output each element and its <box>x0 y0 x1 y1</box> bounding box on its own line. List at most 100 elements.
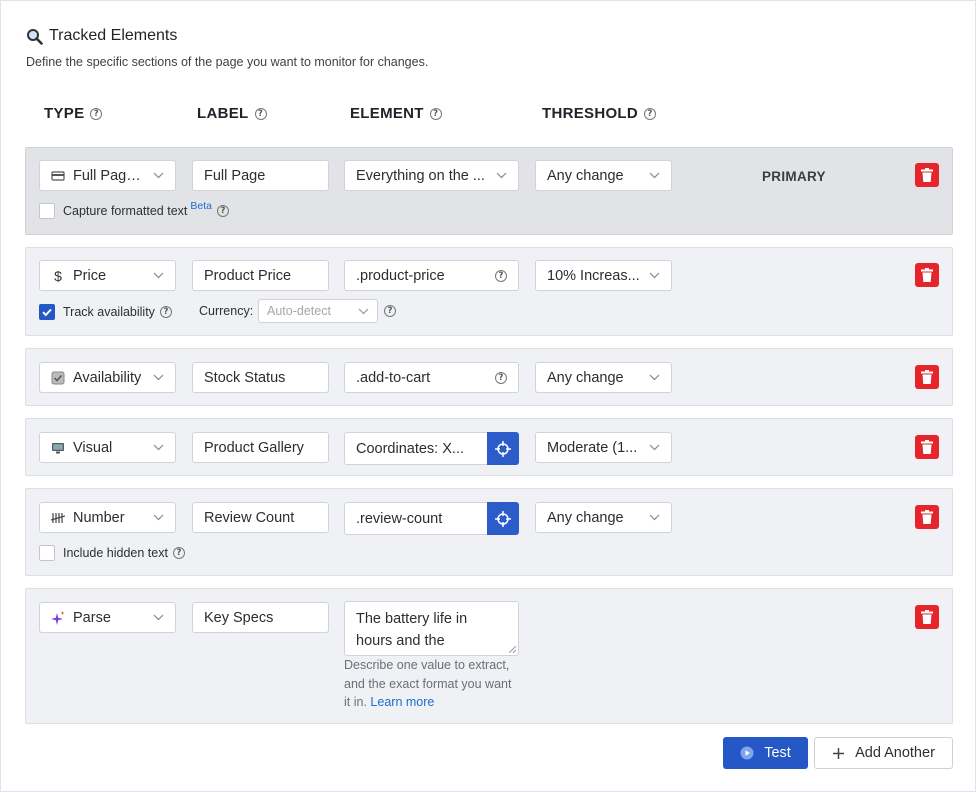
label-input[interactable]: Key Specs <box>192 602 329 633</box>
threshold-select[interactable]: Any change <box>535 502 672 533</box>
element-selector-value: .add-to-cart <box>356 369 431 386</box>
section-title: Tracked Elements <box>26 27 177 45</box>
checkbox-icon <box>51 371 65 384</box>
chevron-down-icon <box>153 374 164 381</box>
help-icon[interactable]: ? <box>495 371 507 384</box>
label-input[interactable]: Stock Status <box>192 362 329 393</box>
tracked-row-price: $ Price Product Price .product-price ? 1… <box>25 247 953 336</box>
element-select[interactable]: Everything on the ... <box>344 160 519 191</box>
capture-formatted-checkbox[interactable] <box>39 203 55 219</box>
include-hidden-text-option: Include hidden text ? <box>63 546 185 560</box>
threshold-select-value: 10% Increas... <box>547 267 640 284</box>
label-input[interactable]: Product Price <box>192 260 329 291</box>
chevron-down-icon <box>649 374 660 381</box>
tracked-row-parse: Parse Key Specs The battery life in hour… <box>25 588 953 724</box>
threshold-select-value: Moderate (1... <box>547 439 638 456</box>
help-icon[interactable]: ? <box>429 107 442 120</box>
chevron-down-icon <box>153 444 164 451</box>
help-icon[interactable]: ? <box>644 107 657 120</box>
type-select[interactable]: $ Price <box>39 260 176 291</box>
chevron-down-icon <box>153 272 164 279</box>
chevron-down-icon <box>153 614 164 621</box>
type-select-value: Number <box>73 509 125 526</box>
delete-row-button[interactable] <box>915 505 939 529</box>
trash-icon <box>921 370 933 384</box>
card-icon <box>51 170 65 181</box>
help-icon[interactable]: ? <box>172 547 185 559</box>
column-header-type: TYPE? <box>44 105 103 122</box>
tracked-elements-panel: Tracked Elements Define the specific sec… <box>0 0 976 792</box>
chevron-down-icon <box>153 514 164 521</box>
delete-row-button[interactable] <box>915 263 939 287</box>
dollar-icon: $ <box>54 267 62 284</box>
add-another-button[interactable]: Add Another <box>814 737 953 769</box>
trash-icon <box>921 440 933 454</box>
hint-line: Describe one value to extract, <box>344 658 510 672</box>
element-selector-input[interactable]: .add-to-cart ? <box>344 362 519 393</box>
crosshair-icon <box>495 440 511 457</box>
track-availability-label: Track availability <box>63 305 155 319</box>
threshold-select[interactable]: Any change <box>535 362 672 393</box>
track-availability-checkbox[interactable] <box>39 304 55 320</box>
label-input-value: Product Price <box>204 267 292 284</box>
delete-row-button[interactable] <box>915 365 939 389</box>
trash-icon <box>921 610 933 624</box>
element-selector-input[interactable]: .product-price ? <box>344 260 519 291</box>
chevron-down-icon <box>649 514 660 521</box>
element-selector-value: .product-price <box>356 267 445 284</box>
threshold-select[interactable]: Moderate (1... <box>535 432 672 463</box>
label-input-value: Key Specs <box>204 609 274 626</box>
chevron-down-icon <box>649 444 660 451</box>
element-picker-button[interactable] <box>487 502 519 535</box>
label-input[interactable]: Review Count <box>192 502 329 533</box>
magnifier-icon <box>27 28 43 45</box>
help-icon[interactable]: ? <box>216 205 229 217</box>
resize-handle-icon[interactable] <box>509 646 516 653</box>
currency-select[interactable]: Auto-detect <box>258 299 378 323</box>
chevron-down-icon <box>496 172 507 179</box>
element-coordinates-input[interactable]: Coordinates: X... <box>344 432 488 465</box>
type-select[interactable]: Full Page ... <box>39 160 176 191</box>
label-input[interactable]: Full Page <box>192 160 329 191</box>
type-select[interactable]: Parse <box>39 602 176 633</box>
type-select[interactable]: Number <box>39 502 176 533</box>
type-select[interactable]: Visual <box>39 432 176 463</box>
monitor-icon <box>52 442 64 453</box>
threshold-select[interactable]: Any change <box>535 160 672 191</box>
hint-last-text: it in. <box>344 695 367 709</box>
help-icon[interactable]: ? <box>495 269 507 282</box>
help-icon[interactable]: ? <box>159 306 172 318</box>
beta-badge: Beta <box>190 200 212 212</box>
help-icon[interactable]: ? <box>90 107 103 120</box>
element-selector-input[interactable]: .review-count <box>344 502 488 535</box>
threshold-select[interactable]: 10% Increas... <box>535 260 672 291</box>
type-select-value: Full Page ... <box>73 167 147 184</box>
column-type-label: TYPE <box>44 105 85 122</box>
chevron-down-icon <box>649 172 660 179</box>
type-select[interactable]: Availability <box>39 362 176 393</box>
help-icon[interactable]: ? <box>384 305 396 317</box>
label-input[interactable]: Product Gallery <box>192 432 329 463</box>
element-picker-button[interactable] <box>487 432 519 465</box>
test-button[interactable]: Test <box>723 737 808 769</box>
column-element-label: ELEMENT <box>350 105 424 122</box>
track-availability-option: Track availability ? <box>63 305 172 319</box>
column-header-threshold: THRESHOLD? <box>542 105 657 122</box>
tracked-row-number: Number Review Count .review-count Any ch… <box>25 488 953 576</box>
element-selector-value: .review-count <box>356 510 443 527</box>
delete-row-button[interactable] <box>915 435 939 459</box>
type-select-value: Price <box>73 267 107 284</box>
learn-more-link[interactable]: Learn more <box>370 695 434 709</box>
section-title-text: Tracked Elements <box>49 27 178 44</box>
delete-row-button[interactable] <box>915 163 939 187</box>
help-icon[interactable]: ? <box>254 107 267 120</box>
parse-instruction-textarea[interactable]: The battery life in hours and the <box>344 601 519 656</box>
tally-icon <box>51 512 65 523</box>
hint-line: and the exact format you want <box>344 676 512 691</box>
tracked-row-full-page: Full Page ... Full Page Everything on th… <box>25 147 953 235</box>
include-hidden-text-checkbox[interactable] <box>39 545 55 561</box>
sparkle-icon <box>51 610 65 625</box>
plus-icon <box>833 747 845 759</box>
label-input-value: Stock Status <box>204 369 286 386</box>
delete-row-button[interactable] <box>915 605 939 629</box>
